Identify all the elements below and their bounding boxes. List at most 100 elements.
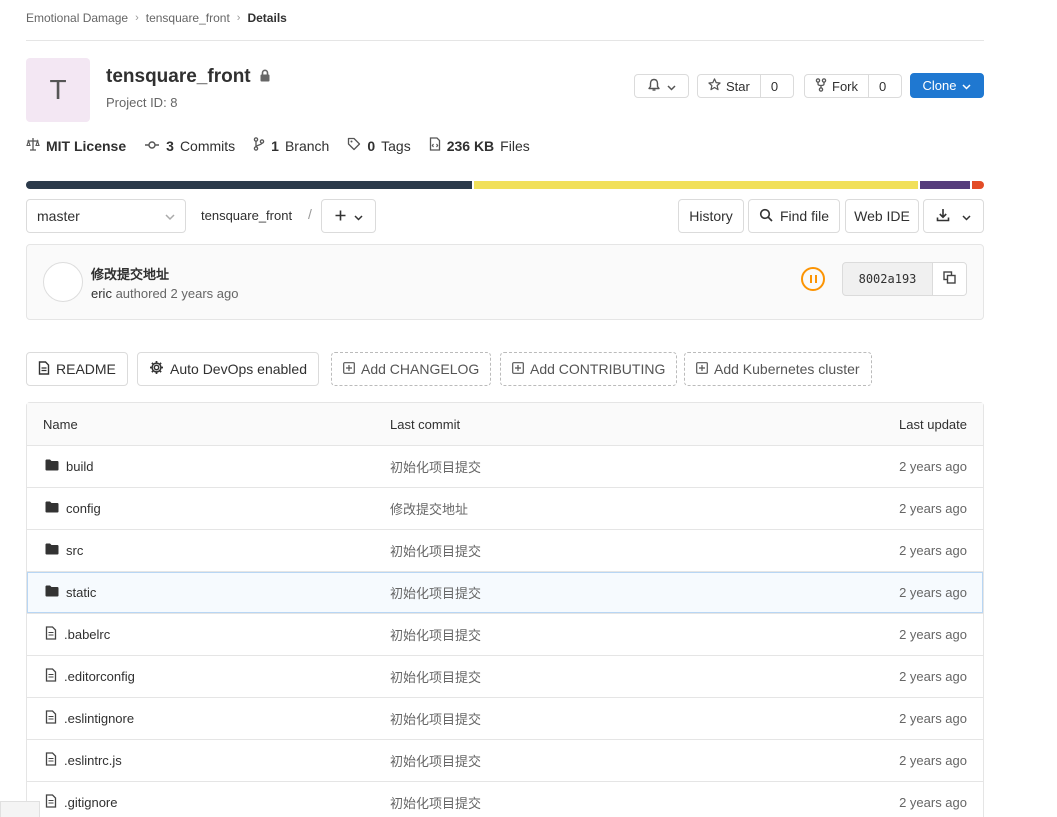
branch-select[interactable]: master	[26, 199, 186, 233]
file-icon	[45, 668, 57, 685]
language-segment[interactable]	[26, 181, 472, 189]
row-last-update: 2 years ago	[899, 459, 967, 474]
row-name-link[interactable]: .gitignore	[45, 794, 117, 811]
project-title: tensquare_front	[106, 66, 271, 88]
row-name-link[interactable]: .babelrc	[45, 626, 110, 643]
find-file-button[interactable]: Find file	[748, 199, 840, 233]
commit-author[interactable]: eric	[91, 286, 112, 301]
breadcrumb-current[interactable]: Details	[247, 11, 286, 25]
readme-button[interactable]: README	[26, 352, 128, 386]
row-last-commit[interactable]: 修改提交地址	[390, 499, 468, 518]
row-name-link[interactable]: config	[45, 501, 101, 516]
project-avatar[interactable]: T	[26, 58, 90, 122]
file-tree-table: Name Last commit Last update build 初始化项目提…	[26, 402, 984, 817]
star-label: Star	[726, 78, 750, 94]
files-link[interactable]: 236 KB Files	[429, 137, 530, 154]
clone-button[interactable]: Clone	[910, 73, 984, 98]
row-last-commit[interactable]: 初始化项目提交	[390, 667, 481, 686]
header-name: Name	[43, 416, 78, 432]
fork-count[interactable]: 0	[868, 75, 896, 97]
table-row[interactable]: src 初始化项目提交 2 years ago	[27, 530, 983, 572]
download-dropdown[interactable]	[923, 199, 984, 233]
project-stats: MIT License 3 Commits 1 Branch 0 Tags 23…	[26, 137, 530, 154]
language-segment[interactable]	[473, 181, 919, 189]
table-row[interactable]: static 初始化项目提交 2 years ago	[27, 572, 983, 614]
row-last-update: 2 years ago	[899, 795, 967, 810]
table-header: Name Last commit Last update	[27, 403, 983, 446]
commit-title[interactable]: 修改提交地址	[91, 264, 169, 283]
branch-select-value: master	[37, 208, 80, 224]
download-icon	[936, 208, 950, 225]
row-last-commit[interactable]: 初始化项目提交	[390, 709, 481, 728]
folder-icon	[45, 501, 59, 516]
language-segment[interactable]	[920, 181, 970, 189]
language-segment[interactable]	[971, 181, 984, 189]
row-name: src	[66, 543, 84, 558]
row-last-commit[interactable]: 初始化项目提交	[390, 793, 481, 812]
star-count[interactable]: 0	[759, 75, 788, 97]
branches-link[interactable]: 1 Branch	[253, 137, 329, 154]
add-file-dropdown[interactable]	[321, 199, 376, 233]
commit-sha-group: 8002a193	[842, 262, 967, 296]
folder-icon	[45, 543, 59, 558]
table-row[interactable]: .gitignore 初始化项目提交 2 years ago	[27, 782, 983, 817]
commit-sha[interactable]: 8002a193	[843, 263, 932, 295]
history-label: History	[689, 208, 733, 224]
file-code-icon	[429, 137, 441, 154]
row-last-commit[interactable]: 初始化项目提交	[390, 751, 481, 770]
row-last-commit[interactable]: 初始化项目提交	[390, 541, 481, 560]
breadcrumb-project-link[interactable]: tensquare_front	[146, 11, 230, 25]
row-last-commit[interactable]: 初始化项目提交	[390, 457, 481, 476]
history-button[interactable]: History	[678, 199, 744, 233]
chevron-down-icon	[962, 78, 972, 93]
add-changelog-button[interactable]: Add CHANGELOG	[331, 352, 492, 386]
row-name: .eslintrc.js	[64, 753, 122, 768]
row-last-commit[interactable]: 初始化项目提交	[390, 625, 481, 644]
row-name-link[interactable]: static	[45, 585, 96, 600]
readme-label: README	[56, 361, 116, 377]
header-last-update: Last update	[899, 416, 967, 432]
chevron-down-icon	[165, 208, 175, 224]
add-kubernetes-label: Add Kubernetes cluster	[714, 361, 860, 377]
table-row[interactable]: .eslintrc.js 初始化项目提交 2 years ago	[27, 740, 983, 782]
row-last-update: 2 years ago	[899, 711, 967, 726]
table-row[interactable]: build 初始化项目提交 2 years ago	[27, 446, 983, 488]
table-row[interactable]: .editorconfig 初始化项目提交 2 years ago	[27, 656, 983, 698]
pipeline-paused-icon[interactable]	[801, 267, 825, 291]
table-row[interactable]: config 修改提交地址 2 years ago	[27, 488, 983, 530]
row-name: .babelrc	[64, 627, 111, 642]
tags-link[interactable]: 0 Tags	[347, 137, 411, 154]
copy-sha-button[interactable]	[932, 263, 966, 295]
files-label: Files	[500, 137, 530, 154]
row-last-commit[interactable]: 初始化项目提交	[390, 583, 481, 602]
star-button[interactable]: Star 0	[697, 74, 794, 98]
web-ide-button[interactable]: Web IDE	[845, 199, 919, 233]
fork-button[interactable]: Fork 0	[804, 74, 902, 98]
row-name-link[interactable]: src	[45, 543, 83, 558]
row-name-link[interactable]: build	[45, 459, 93, 474]
author-avatar[interactable]	[43, 262, 83, 302]
auto-devops-button[interactable]: Auto DevOps enabled	[137, 352, 319, 386]
notification-button[interactable]	[634, 74, 689, 98]
license-link[interactable]: MIT License	[26, 137, 126, 154]
fork-icon	[815, 77, 827, 95]
plus-square-icon	[696, 361, 708, 377]
row-name-link[interactable]: .eslintrc.js	[45, 752, 122, 769]
add-kubernetes-button[interactable]: Add Kubernetes cluster	[684, 352, 872, 386]
row-name: build	[66, 459, 94, 474]
plus-square-icon	[512, 361, 524, 377]
language-bar[interactable]	[26, 181, 984, 189]
row-name-link[interactable]: .eslintignore	[45, 710, 134, 727]
breadcrumb-group-link[interactable]: Emotional Damage	[26, 11, 128, 25]
table-row[interactable]: .babelrc 初始化项目提交 2 years ago	[27, 614, 983, 656]
row-name: config	[66, 501, 101, 516]
add-contributing-button[interactable]: Add CONTRIBUTING	[500, 352, 678, 386]
corner-tab[interactable]	[0, 801, 40, 817]
row-name-link[interactable]: .editorconfig	[45, 668, 135, 685]
table-row[interactable]: .eslintignore 初始化项目提交 2 years ago	[27, 698, 983, 740]
chevron-right-icon: ›	[135, 12, 139, 24]
lock-icon	[259, 66, 271, 88]
commits-link[interactable]: 3 Commits	[144, 137, 235, 154]
repo-path-link[interactable]: tensquare_front	[201, 208, 292, 223]
branch-label: Branch	[284, 137, 330, 154]
